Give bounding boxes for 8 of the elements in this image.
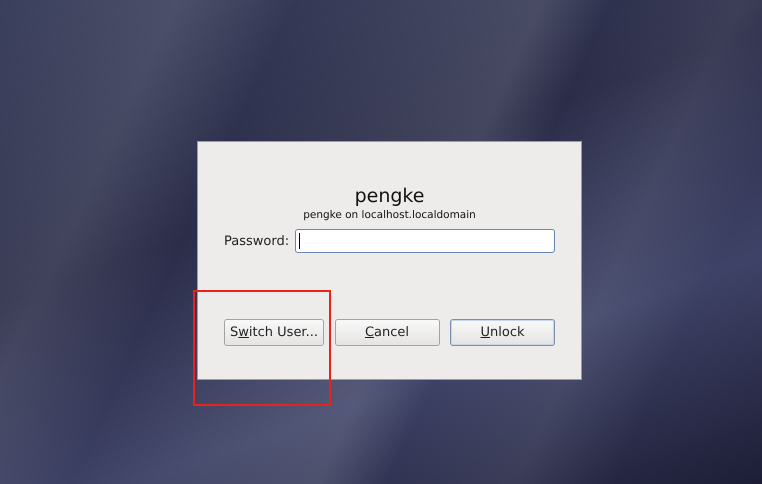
dialog-button[interactable]: Unlock bbox=[450, 319, 555, 346]
dialog-button[interactable]: Switch User... bbox=[224, 319, 324, 346]
user-name: pengke bbox=[354, 184, 426, 208]
dialog-button[interactable]: Cancel bbox=[334, 319, 440, 346]
password-field[interactable] bbox=[295, 229, 555, 253]
text-cursor bbox=[299, 233, 300, 249]
user-host: pengke on localhost.localdomain bbox=[302, 208, 477, 222]
password-label: Password: bbox=[224, 234, 290, 248]
